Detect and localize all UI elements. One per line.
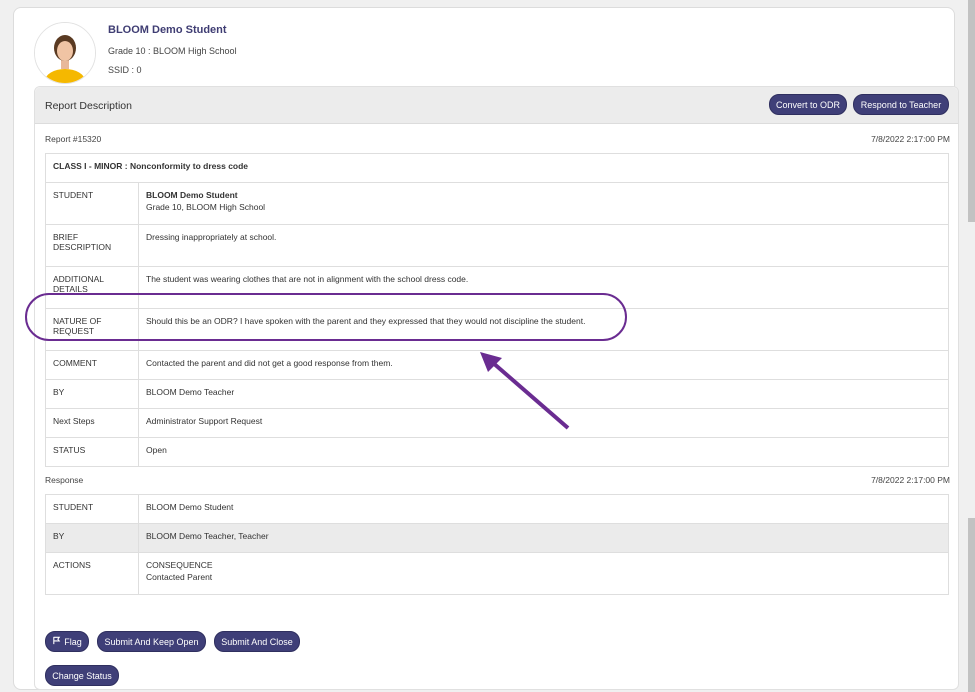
student-grade-school: Grade 10 : BLOOM High School bbox=[108, 46, 237, 56]
row-value-by: BLOOM Demo Teacher bbox=[138, 379, 949, 409]
flag-icon bbox=[52, 632, 61, 653]
row-label-status: STATUS bbox=[45, 437, 139, 467]
row-label-next-steps: Next Steps bbox=[45, 408, 139, 438]
response-label-actions: ACTIONS bbox=[45, 552, 139, 595]
row-label-additional-details: ADDITIONAL DETAILS bbox=[45, 266, 139, 309]
row-value-next-steps: Administrator Support Request bbox=[138, 408, 949, 438]
action-consequence: CONSEQUENCE bbox=[146, 560, 213, 570]
flag-button[interactable]: Flag bbox=[45, 631, 89, 652]
response-value-actions: CONSEQUENCE Contacted Parent bbox=[138, 552, 949, 595]
student-report-card: BLOOM Demo Student Grade 10 : BLOOM High… bbox=[13, 7, 959, 690]
panel-title: Report Description bbox=[45, 100, 132, 112]
vertical-scrollbar[interactable] bbox=[966, 0, 975, 692]
convert-to-odr-button[interactable]: Convert to ODR bbox=[769, 94, 847, 115]
student-name: BLOOM Demo Student bbox=[108, 24, 227, 36]
flag-label: Flag bbox=[64, 637, 82, 647]
report-timestamp: 7/8/2022 2:17:00 PM bbox=[871, 134, 950, 144]
report-number: Report #15320 bbox=[45, 134, 102, 144]
report-table: CLASS I - MINOR : Nonconformity to dress… bbox=[45, 153, 949, 467]
response-value-student: BLOOM Demo Student bbox=[138, 494, 949, 524]
scrollbar-thumb-lower[interactable] bbox=[968, 518, 975, 692]
row-value-additional-details: The student was wearing clothes that are… bbox=[138, 266, 949, 309]
response-label: Response bbox=[45, 475, 84, 485]
scrollbar-thumb[interactable] bbox=[968, 0, 975, 222]
submit-close-button[interactable]: Submit And Close bbox=[214, 631, 300, 652]
response-value-by: BLOOM Demo Teacher, Teacher bbox=[138, 523, 949, 553]
row-label-nature-of-request: NATURE OF REQUEST bbox=[45, 308, 139, 351]
row-label-student: STUDENT bbox=[45, 182, 139, 225]
student-school-value: Grade 10, BLOOM High School bbox=[146, 202, 266, 212]
student-ssid: SSID : 0 bbox=[108, 65, 142, 75]
row-label-comment: COMMENT bbox=[45, 350, 139, 380]
row-value-nature-of-request: Should this be an ODR? I have spoken wit… bbox=[138, 308, 949, 351]
row-value-comment: Contacted the parent and did not get a g… bbox=[138, 350, 949, 380]
submit-keep-open-button[interactable]: Submit And Keep Open bbox=[97, 631, 206, 652]
report-description-panel: Report Description Convert to ODR Respon… bbox=[34, 86, 959, 690]
row-label-by: BY bbox=[45, 379, 139, 409]
row-value-status: Open bbox=[138, 437, 949, 467]
student-name-value: BLOOM Demo Student bbox=[146, 190, 238, 200]
response-label-student: STUDENT bbox=[45, 494, 139, 524]
row-value-brief-description: Dressing inappropriately at school. bbox=[138, 224, 949, 267]
panel-header: Report Description Convert to ODR Respon… bbox=[35, 87, 958, 124]
row-label-brief-description: BRIEF DESCRIPTION bbox=[45, 224, 139, 267]
respond-to-teacher-button[interactable]: Respond to Teacher bbox=[853, 94, 949, 115]
action-contacted-parent: Contacted Parent bbox=[146, 572, 213, 582]
response-timestamp: 7/8/2022 2:17:00 PM bbox=[871, 475, 950, 485]
response-label-by: BY bbox=[45, 523, 139, 553]
response-table: STUDENT BLOOM Demo Student BY BLOOM Demo… bbox=[45, 494, 949, 595]
report-heading: CLASS I - MINOR : Nonconformity to dress… bbox=[45, 153, 949, 183]
row-value-student: BLOOM Demo Student Grade 10, BLOOM High … bbox=[138, 182, 949, 225]
change-status-button[interactable]: Change Status bbox=[45, 665, 119, 686]
student-avatar bbox=[34, 22, 96, 84]
